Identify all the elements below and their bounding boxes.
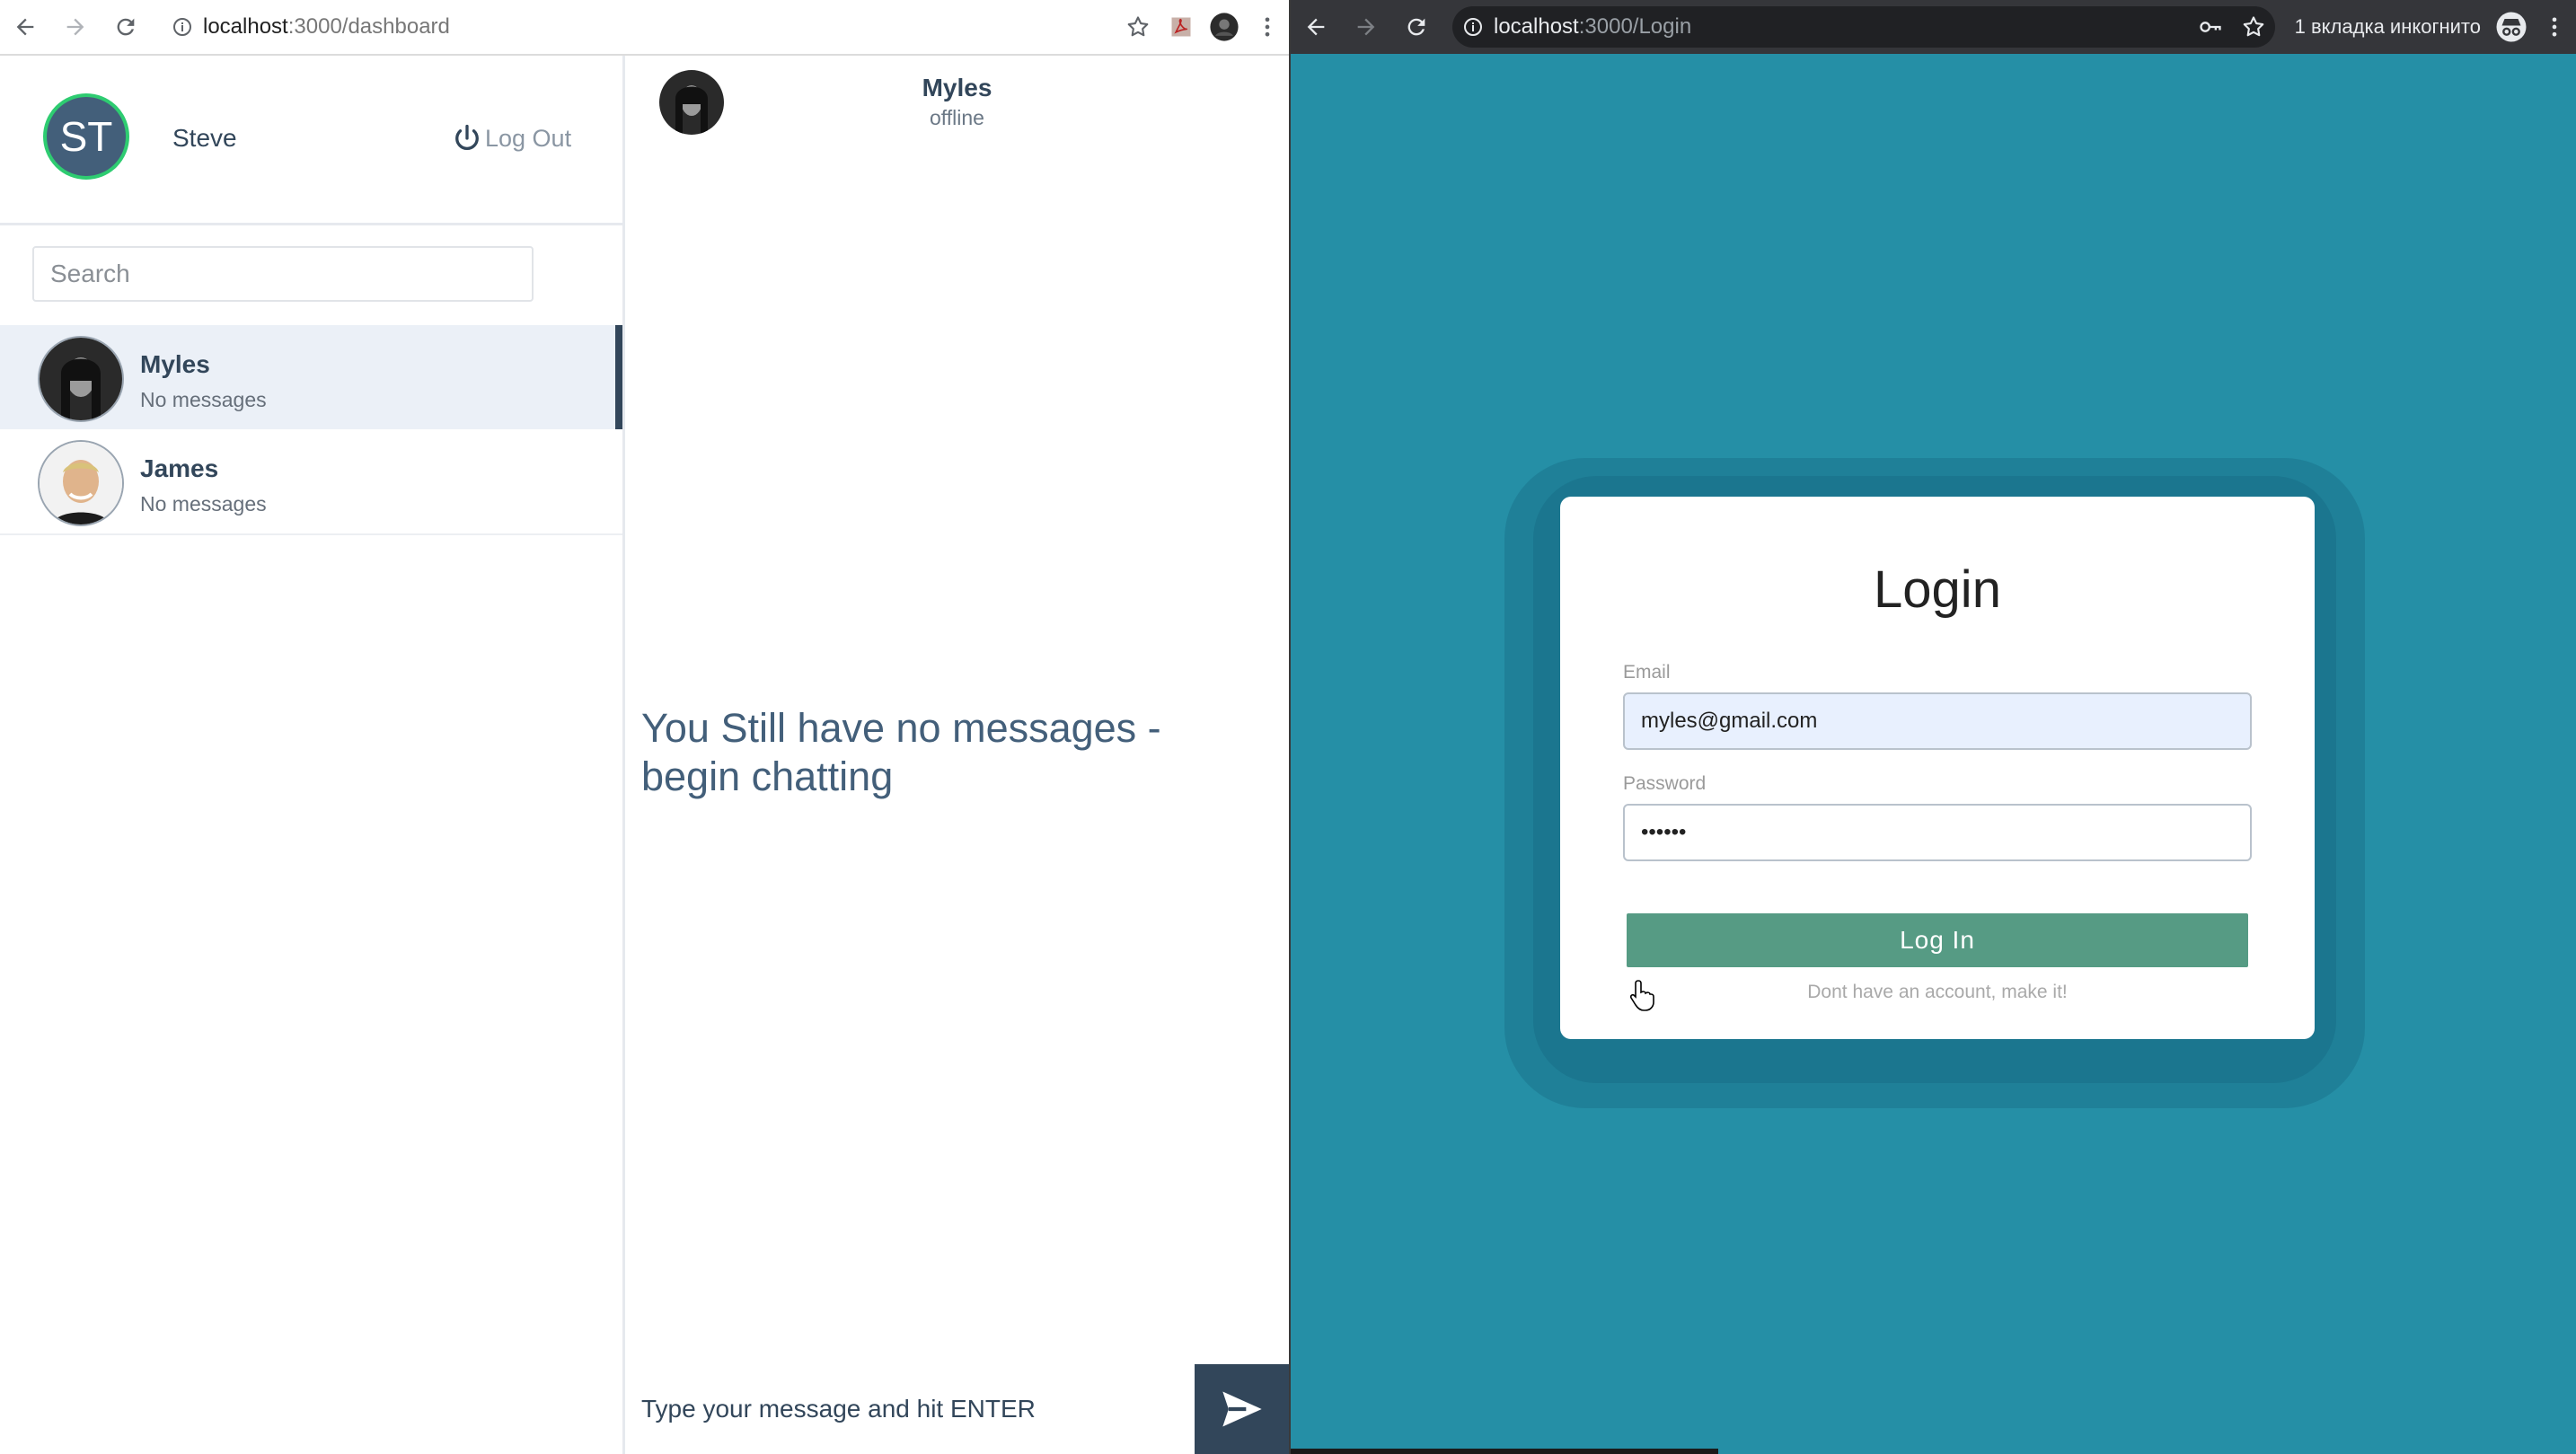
- reload-button[interactable]: [101, 2, 151, 52]
- contact-item-myles[interactable]: Myles No messages: [0, 325, 622, 429]
- horizontal-scrollbar[interactable]: [1291, 1449, 1718, 1454]
- bookmark-star-icon[interactable]: [2232, 5, 2275, 48]
- chat-contact-status: offline: [930, 106, 984, 129]
- left-browser-toolbar: localhost:3000/dashboard: [0, 0, 1289, 56]
- login-title: Login: [1874, 560, 2001, 619]
- chat-contact-name: Myles: [922, 74, 992, 101]
- arrow-right-icon: [66, 18, 84, 36]
- address-bar[interactable]: localhost:3000/dashboard: [162, 6, 1106, 48]
- back-button[interactable]: [0, 2, 50, 52]
- profile-avatar-icon[interactable]: [1203, 5, 1246, 48]
- send-icon: [1222, 1391, 1262, 1427]
- message-composer: [625, 1364, 1289, 1454]
- url-text: localhost:3000/Login: [1494, 14, 1691, 40]
- url-path: :3000/dashboard: [287, 14, 450, 39]
- reload-icon: [117, 18, 135, 36]
- contact-preview: No messages: [140, 388, 267, 411]
- sidebar: ST Steve Log Out Myles No messages: [0, 56, 625, 1454]
- email-field[interactable]: [1623, 692, 2252, 750]
- password-label: Password: [1623, 773, 1707, 794]
- left-browser-window: localhost:3000/dashboard ST Steve Log Ou…: [0, 0, 1289, 1454]
- forward-button[interactable]: [50, 2, 101, 52]
- login-card: Login Email Password Log In Dont have an…: [1560, 497, 2315, 1039]
- hand-cursor-icon: [1630, 980, 1654, 1011]
- menu-kebab-icon[interactable]: [1246, 5, 1289, 48]
- contact-avatar: [38, 440, 124, 526]
- power-icon: [455, 124, 479, 151]
- message-input[interactable]: [625, 1364, 1195, 1454]
- profile-name: Steve: [172, 124, 237, 152]
- password-field[interactable]: [1623, 804, 2252, 861]
- send-button[interactable]: [1195, 1364, 1289, 1454]
- pdf-extension-icon[interactable]: [1160, 5, 1203, 48]
- contact-avatar: [38, 336, 124, 422]
- key-icon[interactable]: [2189, 5, 2232, 48]
- back-button[interactable]: [1291, 2, 1341, 52]
- chat-app: ST Steve Log Out Myles No messages: [0, 56, 1289, 1454]
- url-text: localhost:3000/dashboard: [203, 14, 450, 40]
- contact-preview: No messages: [140, 492, 267, 516]
- email-label: Email: [1623, 662, 1671, 683]
- address-bar[interactable]: localhost:3000/Login: [1452, 6, 2275, 48]
- arrow-left-icon: [1307, 18, 1325, 36]
- bookmark-star-icon[interactable]: [1116, 5, 1160, 48]
- info-icon[interactable]: [162, 16, 203, 38]
- reload-button[interactable]: [1391, 2, 1442, 52]
- arrow-right-icon: [1357, 18, 1375, 36]
- contact-name: James: [140, 454, 219, 482]
- right-browser-window: localhost:3000/Login 1 вкладка инкогнито…: [1291, 0, 2576, 1454]
- contact-name: Myles: [140, 350, 210, 378]
- login-button[interactable]: Log In: [1627, 913, 2248, 967]
- right-browser-toolbar: localhost:3000/Login 1 вкладка инкогнито: [1291, 0, 2576, 54]
- arrow-left-icon: [16, 18, 34, 36]
- forward-button[interactable]: [1341, 2, 1391, 52]
- incognito-icon[interactable]: [2490, 5, 2533, 48]
- user-avatar[interactable]: ST: [43, 93, 129, 180]
- menu-kebab-icon[interactable]: [2533, 5, 2576, 48]
- url-path: :3000/Login: [1578, 14, 1692, 39]
- empty-conversation-message: You Still have no messages - begin chatt…: [641, 705, 1161, 799]
- logout-button[interactable]: Log Out: [451, 122, 571, 154]
- incognito-label[interactable]: 1 вкладка инкогнито: [2295, 15, 2481, 39]
- reload-icon: [1407, 18, 1425, 36]
- signup-link[interactable]: Dont have an account, make it!: [1560, 982, 2315, 1003]
- chat-panel: Myles offline You Still have no messages…: [625, 56, 1289, 1454]
- url-host: localhost: [1494, 14, 1579, 39]
- info-icon[interactable]: [1452, 16, 1494, 38]
- profile-panel: ST Steve Log Out: [0, 56, 622, 225]
- search-input[interactable]: [32, 246, 534, 302]
- logout-label: Log Out: [485, 124, 572, 152]
- contact-item-james[interactable]: James No messages: [0, 429, 622, 535]
- url-host: localhost: [203, 14, 288, 39]
